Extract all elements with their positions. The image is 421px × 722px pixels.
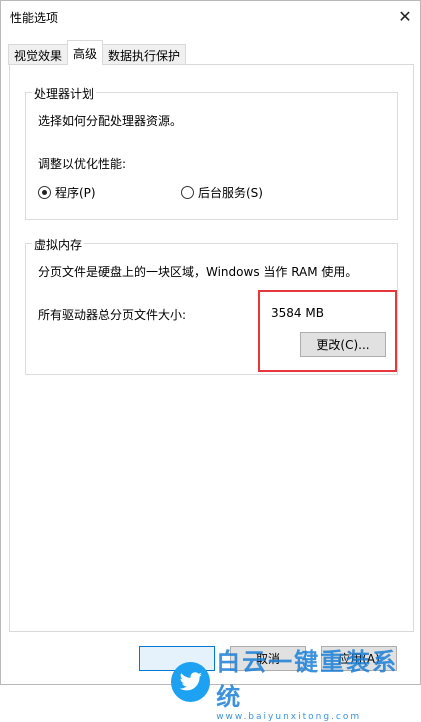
processor-scheduling-title: 处理器计划 [32,85,97,102]
radio-background-services-label: 后台服务(S) [198,186,263,200]
watermark-text: 白云一键重装系统 www.baiyunxitong.com [216,642,420,722]
watermark-main-text: 白云一键重装系统 [216,648,399,711]
watermark: 白云一键重装系统 www.baiyunxitong.com [171,642,420,722]
radio-checked-icon [38,186,51,199]
window-title: 性能选项 [10,11,59,25]
radio-programs[interactable]: 程序(P) [38,184,96,201]
performance-options-window: 性能选项 ✕ 视觉效果 高级 数据执行保护 处理器计划 选择如何分配处理器资源。… [0,0,421,722]
processor-scheduling-group: 处理器计划 选择如何分配处理器资源。 调整以优化性能: 程序(P) 后台服务(S… [25,85,398,220]
radio-programs-label: 程序(P) [55,186,96,200]
virtual-memory-description: 分页文件是硬盘上的一块区域，Windows 当作 RAM 使用。 [38,265,358,279]
watermark-url-text: www.baiyunxitong.com [216,712,362,722]
close-icon: ✕ [398,6,412,26]
virtual-memory-title: 虚拟内存 [32,236,85,253]
processor-scheduling-description: 选择如何分配处理器资源。 [38,114,183,128]
title-bar: 性能选项 ✕ [1,1,420,32]
tab-visual-effects[interactable]: 视觉效果 [8,44,69,65]
radio-unchecked-icon [181,186,194,199]
tab-advanced[interactable]: 高级 [67,40,104,65]
total-paging-size-label: 所有驱动器总分页文件大小: [38,308,187,322]
radio-background-services[interactable]: 后台服务(S) [181,184,263,201]
bird-logo-icon [171,662,211,702]
tab-strip: 视觉效果 高级 数据执行保护 [8,40,187,65]
tab-data-execution-prevention[interactable]: 数据执行保护 [102,44,187,65]
close-button[interactable]: ✕ [390,1,420,31]
adjust-performance-label: 调整以优化性能: [38,157,127,171]
highlight-annotation [258,290,397,372]
